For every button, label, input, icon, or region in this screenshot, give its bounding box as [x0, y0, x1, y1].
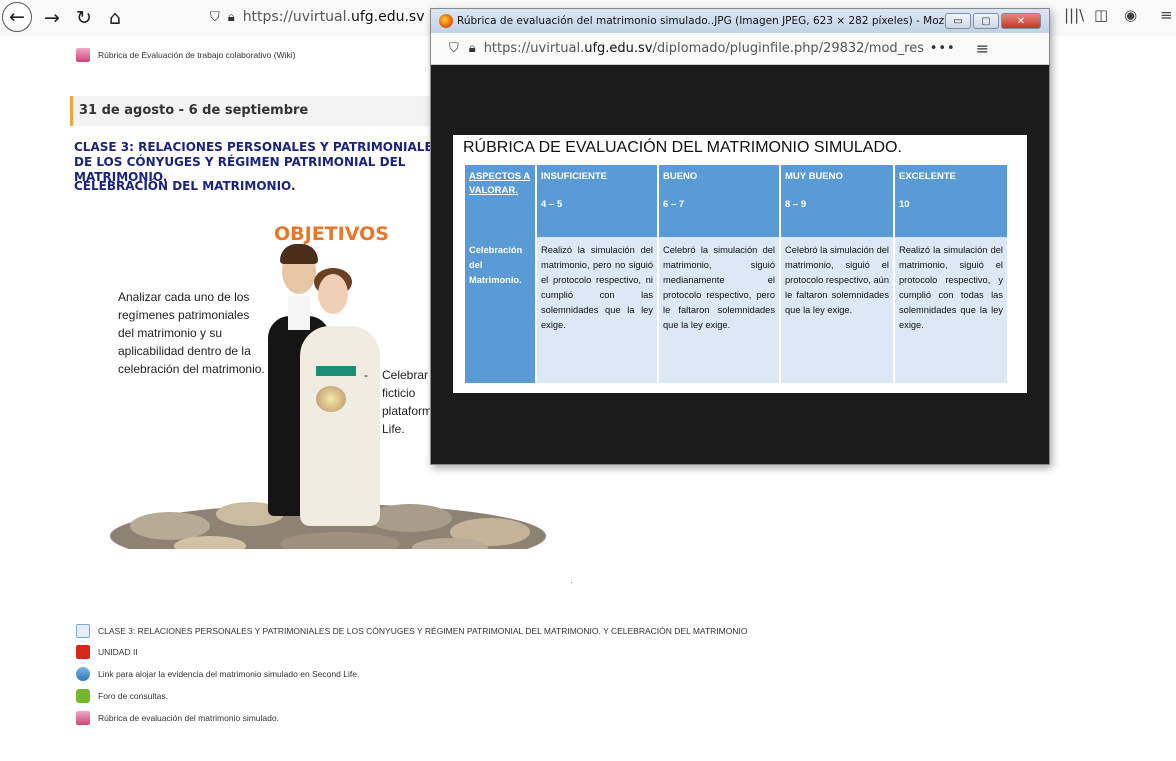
lock-icon: 🔒︎: [468, 41, 476, 56]
close-button[interactable]: ✕: [1001, 13, 1041, 29]
url-bar[interactable]: ⛉ 🔒︎ https://uvirtual.ufg.edu.sv: [210, 4, 450, 30]
reload-icon[interactable]: ↻: [70, 4, 98, 32]
minimize-button[interactable]: ▭: [945, 13, 971, 29]
rubric-cell: Realizó la simulación del matrimonio, si…: [895, 237, 1007, 383]
resource-label: CLASE 3: RELACIONES PERSONALES Y PATRIMO…: [98, 626, 748, 636]
lock-icon: 🔒︎: [227, 9, 235, 25]
resource-label: UNIDAD II: [98, 647, 138, 657]
resource-label: Rúbrica de Evaluación de trabajo colabor…: [98, 50, 296, 60]
shield-icon: ⛉: [449, 41, 459, 56]
rubric-level-muy-bueno: MUY BUENO 8 – 9: [781, 165, 893, 237]
pdf-icon: [76, 645, 90, 659]
rubric-level-insuficiente: INSUFICIENTE 4 – 5: [537, 165, 657, 237]
url-icon: [76, 667, 90, 681]
url-prefix: https://uvirtual.: [242, 9, 351, 25]
bride-sash: [316, 366, 356, 376]
objectives-title: OBJETIVOS: [274, 223, 389, 245]
sidebar-icon[interactable]: ◫: [1094, 6, 1108, 24]
separator-dot: [571, 582, 572, 583]
rubric-cell: Celebró la simulación del matrimonio, si…: [781, 237, 893, 383]
rubric-aspect-header: ASPECTOS A VALORAR.: [465, 165, 535, 237]
rubric-level-bueno: BUENO 6 – 7: [659, 165, 779, 237]
rubric-image: RÚBRICA DE EVALUACIÓN DEL MATRIMONIO SIM…: [453, 135, 1027, 393]
rubric-table: ASPECTOS A VALORAR. INSUFICIENTE 4 – 5 BU…: [463, 165, 1009, 383]
groom-shirt: [288, 296, 310, 330]
rubric-cell: Celebró la simulación del matrimonio, si…: [659, 237, 779, 383]
menu-icon[interactable]: ≡: [976, 39, 989, 58]
rubric-level-excelente: EXCELENTE 10: [895, 165, 1007, 237]
bride-head: [318, 274, 348, 314]
forward-icon[interactable]: →: [38, 4, 66, 32]
menu-icon[interactable]: ≡: [1160, 6, 1173, 24]
maximize-button[interactable]: ▢: [973, 13, 999, 29]
back-icon[interactable]: ←: [2, 2, 32, 32]
week-heading: 31 de agosto - 6 de septiembre: [70, 96, 470, 126]
resource-clase3[interactable]: CLASE 3: RELACIONES PERSONALES Y PATRIMO…: [76, 624, 747, 638]
library-icon[interactable]: |||\: [1064, 6, 1084, 24]
image-icon: [76, 48, 90, 62]
firefox-icon: [439, 14, 453, 28]
image-popup-window: Rúbrica de evaluación del matrimonio sim…: [430, 8, 1050, 465]
groom-hair: [280, 244, 318, 264]
popup-url-bar[interactable]: ⛉ 🔒︎ https://uvirtual.ufg.edu.sv/diploma…: [431, 33, 1049, 65]
resource-rubric-matrimonio[interactable]: Rúbrica de evaluación del matrimonio sim…: [76, 711, 279, 725]
celebracion-title: CELEBRACIÓN DEL MATRIMONIO.: [74, 179, 296, 193]
resource-second-life-link[interactable]: Link para alojar la evidencia del matrim…: [76, 667, 359, 681]
rubric-criterion: Celebración del Matrimonio.: [465, 237, 535, 383]
popup-window-title: Rúbrica de evaluación del matrimonio sim…: [457, 15, 945, 27]
url-host: ufg.edu.sv: [350, 9, 425, 25]
shield-icon: ⛉: [210, 9, 220, 25]
resource-label: Foro de consultas.: [98, 691, 168, 701]
bouquet: [316, 386, 346, 412]
resource-unidad-ii[interactable]: UNIDAD II: [76, 645, 138, 659]
rubric-title: RÚBRICA DE EVALUACIÓN DEL MATRIMONIO SIM…: [463, 139, 902, 156]
forum-icon: [76, 689, 90, 703]
page-actions-icon[interactable]: •••: [930, 41, 956, 56]
resource-rubric-wiki[interactable]: Rúbrica de Evaluación de trabajo colabor…: [76, 48, 295, 62]
resource-label: Rúbrica de evaluación del matrimonio sim…: [98, 713, 279, 723]
bride-figure: [300, 326, 380, 526]
resource-label: Link para alojar la evidencia del matrim…: [98, 669, 360, 679]
objective-1: -Analizar cada uno de los regímenes patr…: [118, 290, 265, 376]
resource-forum[interactable]: Foro de consultas.: [76, 689, 168, 703]
account-icon[interactable]: ◉: [1124, 6, 1137, 24]
popup-url[interactable]: https://uvirtual.ufg.edu.sv/diplomado/pl…: [484, 41, 924, 56]
home-icon[interactable]: ⌂: [101, 4, 129, 32]
image-icon: [76, 711, 90, 725]
popup-titlebar[interactable]: Rúbrica de evaluación del matrimonio sim…: [431, 9, 1049, 33]
file-icon: [76, 624, 90, 638]
rubric-cell: Realizó la simulación del matrimonio, pe…: [537, 237, 657, 383]
